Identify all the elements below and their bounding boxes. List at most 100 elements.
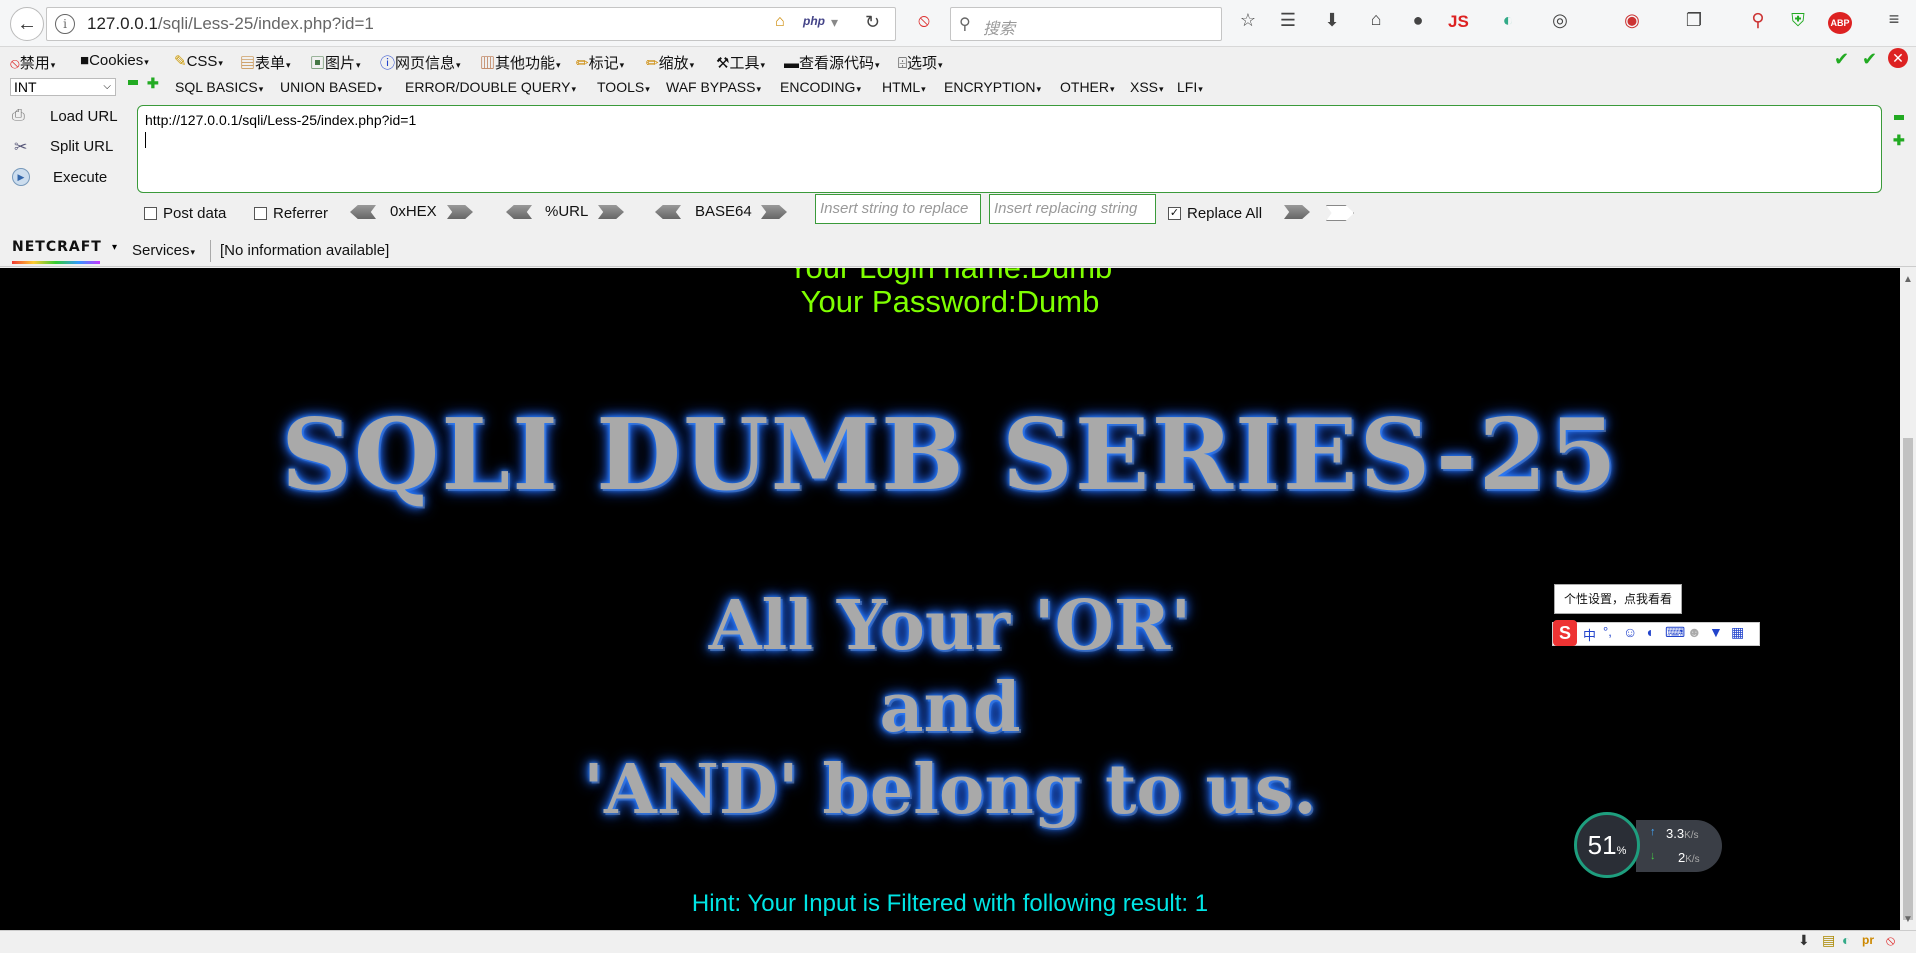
netcraft-logo[interactable]: NETCRAFT	[12, 239, 101, 264]
menu-xss[interactable]: XSS▾	[1130, 79, 1164, 95]
minus-icon[interactable]	[128, 80, 138, 85]
reading-list-icon[interactable]: ☰	[1274, 10, 1302, 31]
home-php-icon[interactable]: ⌂	[775, 13, 785, 31]
menu-html[interactable]: HTML▾	[882, 79, 926, 95]
base64-encode-arrow-icon[interactable]	[761, 205, 787, 219]
menu-tools[interactable]: TOOLS▾	[597, 79, 650, 95]
palette-icon[interactable]: ◎	[1546, 10, 1574, 31]
replace-undo-arrow-icon[interactable]	[1326, 205, 1354, 221]
dropdown-icon[interactable]: ▾	[831, 14, 838, 31]
scroll-thumb[interactable]	[1903, 438, 1913, 920]
keyboard-icon[interactable]: ⌨	[1665, 624, 1685, 641]
pr-status-icon[interactable]: pr	[1862, 933, 1874, 947]
url-encode-arrow-icon[interactable]	[598, 205, 624, 219]
vertical-scrollbar[interactable]: ▲ ▼	[1900, 268, 1916, 930]
replace-arrow-icon[interactable]	[1284, 205, 1310, 219]
chevron-down-icon[interactable]: ▾	[112, 242, 117, 253]
hackbar-icon[interactable]: ◉	[1618, 10, 1646, 31]
globe-status-icon[interactable]: ◐	[1842, 932, 1850, 948]
back-button[interactable]: ←	[10, 7, 44, 41]
replace-all-checkbox[interactable]: ✓ Replace All	[1168, 205, 1262, 222]
check-all-icon[interactable]: ✔	[1862, 49, 1877, 70]
chevron-down-icon: ⌵	[103, 81, 111, 92]
url-bar[interactable]: i 127.0.0.1/sqli/Less-25/index.php?id=1 …	[46, 7, 896, 41]
ime-tooltip[interactable]: 个性设置，点我看看	[1554, 584, 1682, 614]
hex-encode-arrow-icon[interactable]	[447, 205, 473, 219]
checkbox-box	[144, 207, 157, 220]
url-text[interactable]: 127.0.0.1/sqli/Less-25/index.php?id=1	[87, 14, 374, 34]
menu-waf-bypass[interactable]: WAF BYPASS▾	[666, 79, 761, 95]
url-textarea[interactable]: http://127.0.0.1/sqli/Less-25/index.php?…	[137, 105, 1882, 193]
hex-decode-arrow-icon[interactable]	[350, 205, 376, 219]
menu-item-forms[interactable]: ▤表单▾	[240, 52, 291, 73]
scroll-down-icon[interactable]: ▼	[1903, 914, 1913, 925]
expand-icon[interactable]: ✚	[1893, 132, 1905, 149]
scroll-up-icon[interactable]: ▲	[1903, 274, 1913, 285]
post-data-checkbox[interactable]: Post data	[144, 205, 226, 222]
menu-encoding[interactable]: ENCODING▾	[780, 79, 861, 95]
menu-item-resize[interactable]: ✏缩放▾	[646, 52, 694, 73]
sogou-logo-icon[interactable]: S	[1553, 620, 1577, 646]
bookmark-star-icon[interactable]: ☆	[1234, 10, 1262, 31]
adblock-icon[interactable]: ABP	[1828, 12, 1852, 34]
ime-toolbar[interactable]: S 中 °, ☺ ◖ ⌨ ☻ ▼ ▦	[1552, 620, 1760, 646]
split-url-button[interactable]: Split URL	[50, 138, 113, 155]
home-icon[interactable]: ⌂	[1362, 9, 1390, 30]
menu-item-view-source[interactable]: ▬查看源代码▾	[784, 52, 880, 73]
ime-chinese-mode[interactable]: 中	[1583, 625, 1596, 644]
referrer-checkbox[interactable]: Referrer	[254, 205, 328, 222]
noscript-icon[interactable]: ⦸	[910, 10, 938, 31]
js-switch-icon[interactable]: JS	[1448, 12, 1469, 32]
screenshot-icon[interactable]: ❐	[1680, 10, 1708, 31]
shield-icon[interactable]: ⛨	[1784, 10, 1812, 31]
memory-usage-gauge[interactable]: 51%	[1574, 812, 1640, 878]
menu-item-images[interactable]: ▣图片▾	[310, 52, 361, 73]
services-menu[interactable]: Services▾	[132, 242, 195, 259]
search-box[interactable]: ⚲ 搜索	[950, 7, 1222, 41]
menu-union-based[interactable]: UNION BASED▾	[280, 79, 382, 95]
replacing-string-input[interactable]: Insert replacing string	[989, 194, 1156, 224]
menu-item-misc[interactable]: ▥其他功能▾	[480, 52, 561, 73]
menu-item-tools[interactable]: ⚒工具▾	[716, 52, 765, 73]
options-icon: ⌹	[898, 55, 908, 72]
user-icon[interactable]: ☻	[1687, 624, 1702, 640]
collapse-icon[interactable]	[1894, 115, 1904, 120]
info-icon[interactable]: i	[55, 14, 75, 34]
emoji-icon[interactable]: ☺	[1623, 624, 1637, 640]
noscript-status-icon[interactable]: ⦸	[1886, 932, 1895, 949]
menu-sql-basics[interactable]: SQL BASICS▾	[175, 79, 263, 95]
hamburger-menu-icon[interactable]: ≡	[1880, 9, 1908, 30]
check-icon[interactable]: ✔	[1834, 49, 1849, 70]
note-icon[interactable]: ▤	[1822, 932, 1835, 949]
zoom-icon[interactable]: ⚲	[1744, 10, 1772, 31]
skin-icon[interactable]: ▼	[1709, 624, 1723, 640]
menu-item-cookies[interactable]: ■Cookies▾	[80, 52, 149, 69]
execute-button[interactable]: Execute	[53, 169, 107, 186]
globe-icon[interactable]: ◐	[1494, 10, 1522, 31]
load-url-button[interactable]: Load URL	[50, 108, 118, 125]
punctuation-icon[interactable]: °,	[1603, 624, 1612, 639]
download-icon[interactable]: ⬇	[1318, 10, 1346, 31]
menu-other[interactable]: OTHER▾	[1060, 79, 1115, 95]
menu-item-outline[interactable]: ✏标记▾	[576, 52, 624, 73]
menu-item-options[interactable]: ⌹选项▾	[898, 52, 943, 73]
close-icon[interactable]: ✕	[1888, 48, 1908, 68]
menu-error-double-query[interactable]: ERROR/DOUBLE QUERY▾	[405, 79, 576, 95]
network-speed-panel[interactable]: ↑ 3.3K/s ↓ 2K/s	[1636, 820, 1722, 872]
menu-item-page-info[interactable]: ⓘ网页信息▾	[380, 52, 461, 73]
grid-menu-icon[interactable]: ▦	[1731, 624, 1744, 641]
greasemonkey-icon[interactable]: ●	[1404, 10, 1432, 31]
menu-item-css[interactable]: ✎CSS▾	[174, 52, 223, 70]
download-status-icon[interactable]: ⬇	[1798, 932, 1810, 949]
menu-item-disable[interactable]: ⦸禁用▾	[10, 52, 55, 73]
insert-string-input[interactable]: Insert string to replace	[815, 194, 981, 224]
base64-decode-arrow-icon[interactable]	[655, 205, 681, 219]
type-select[interactable]: INT ⌵	[10, 78, 116, 96]
menu-lfi[interactable]: LFI▾	[1177, 79, 1203, 95]
microphone-icon[interactable]: ◖	[1645, 624, 1653, 640]
menu-encryption[interactable]: ENCRYPTION▾	[944, 79, 1041, 95]
reload-icon[interactable]: ↻	[865, 12, 880, 33]
plus-icon[interactable]: ✚	[147, 75, 159, 92]
url-decode-arrow-icon[interactable]	[506, 205, 532, 219]
menu-label: TOOLS	[597, 79, 645, 95]
